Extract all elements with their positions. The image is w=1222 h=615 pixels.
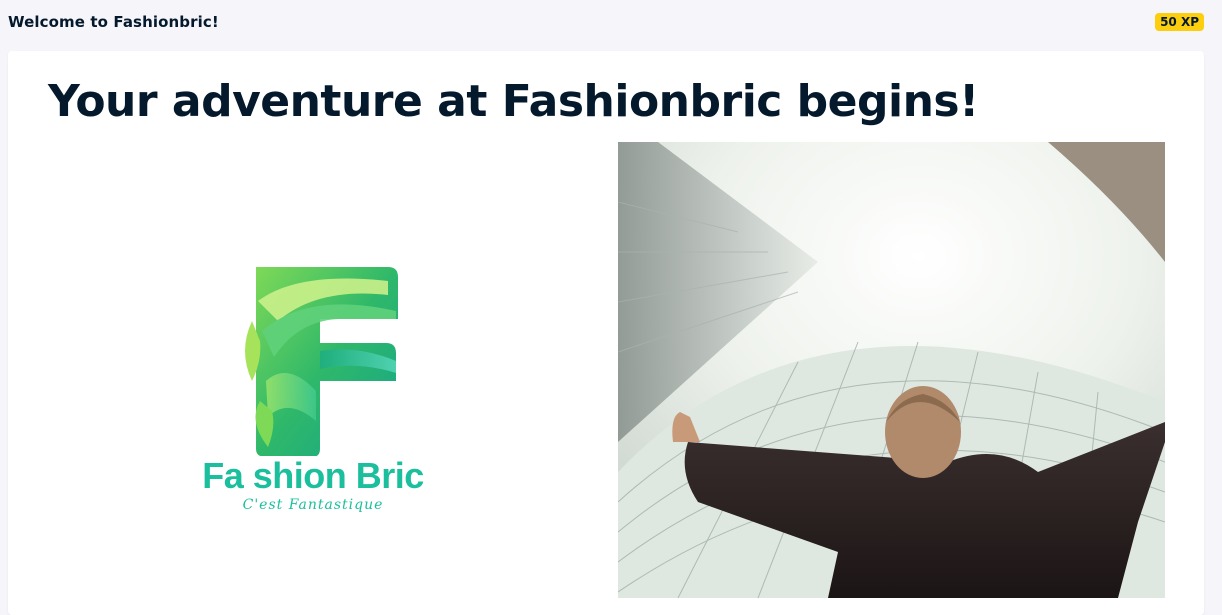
headline: Your adventure at Fashionbric begins! <box>48 76 979 127</box>
logo-wordmark: Fa shion Bric <box>202 455 424 496</box>
fashionbric-logo: Fa shion Bric C'est Fantastique <box>188 261 448 521</box>
letter-f-leaf-logo-icon <box>245 267 398 456</box>
photo-illustration-icon <box>618 142 1165 598</box>
man-arms-raised-skyscraper-photo <box>618 142 1165 598</box>
xp-badge: 50 XP <box>1155 13 1204 31</box>
page-title: Welcome to Fashionbric! <box>8 13 219 31</box>
top-bar: Welcome to Fashionbric! 50 XP <box>0 0 1222 44</box>
content-card: Your adventure at Fashionbric begins! Fa… <box>8 51 1204 615</box>
logo-tagline: C'est Fantastique <box>242 497 384 513</box>
